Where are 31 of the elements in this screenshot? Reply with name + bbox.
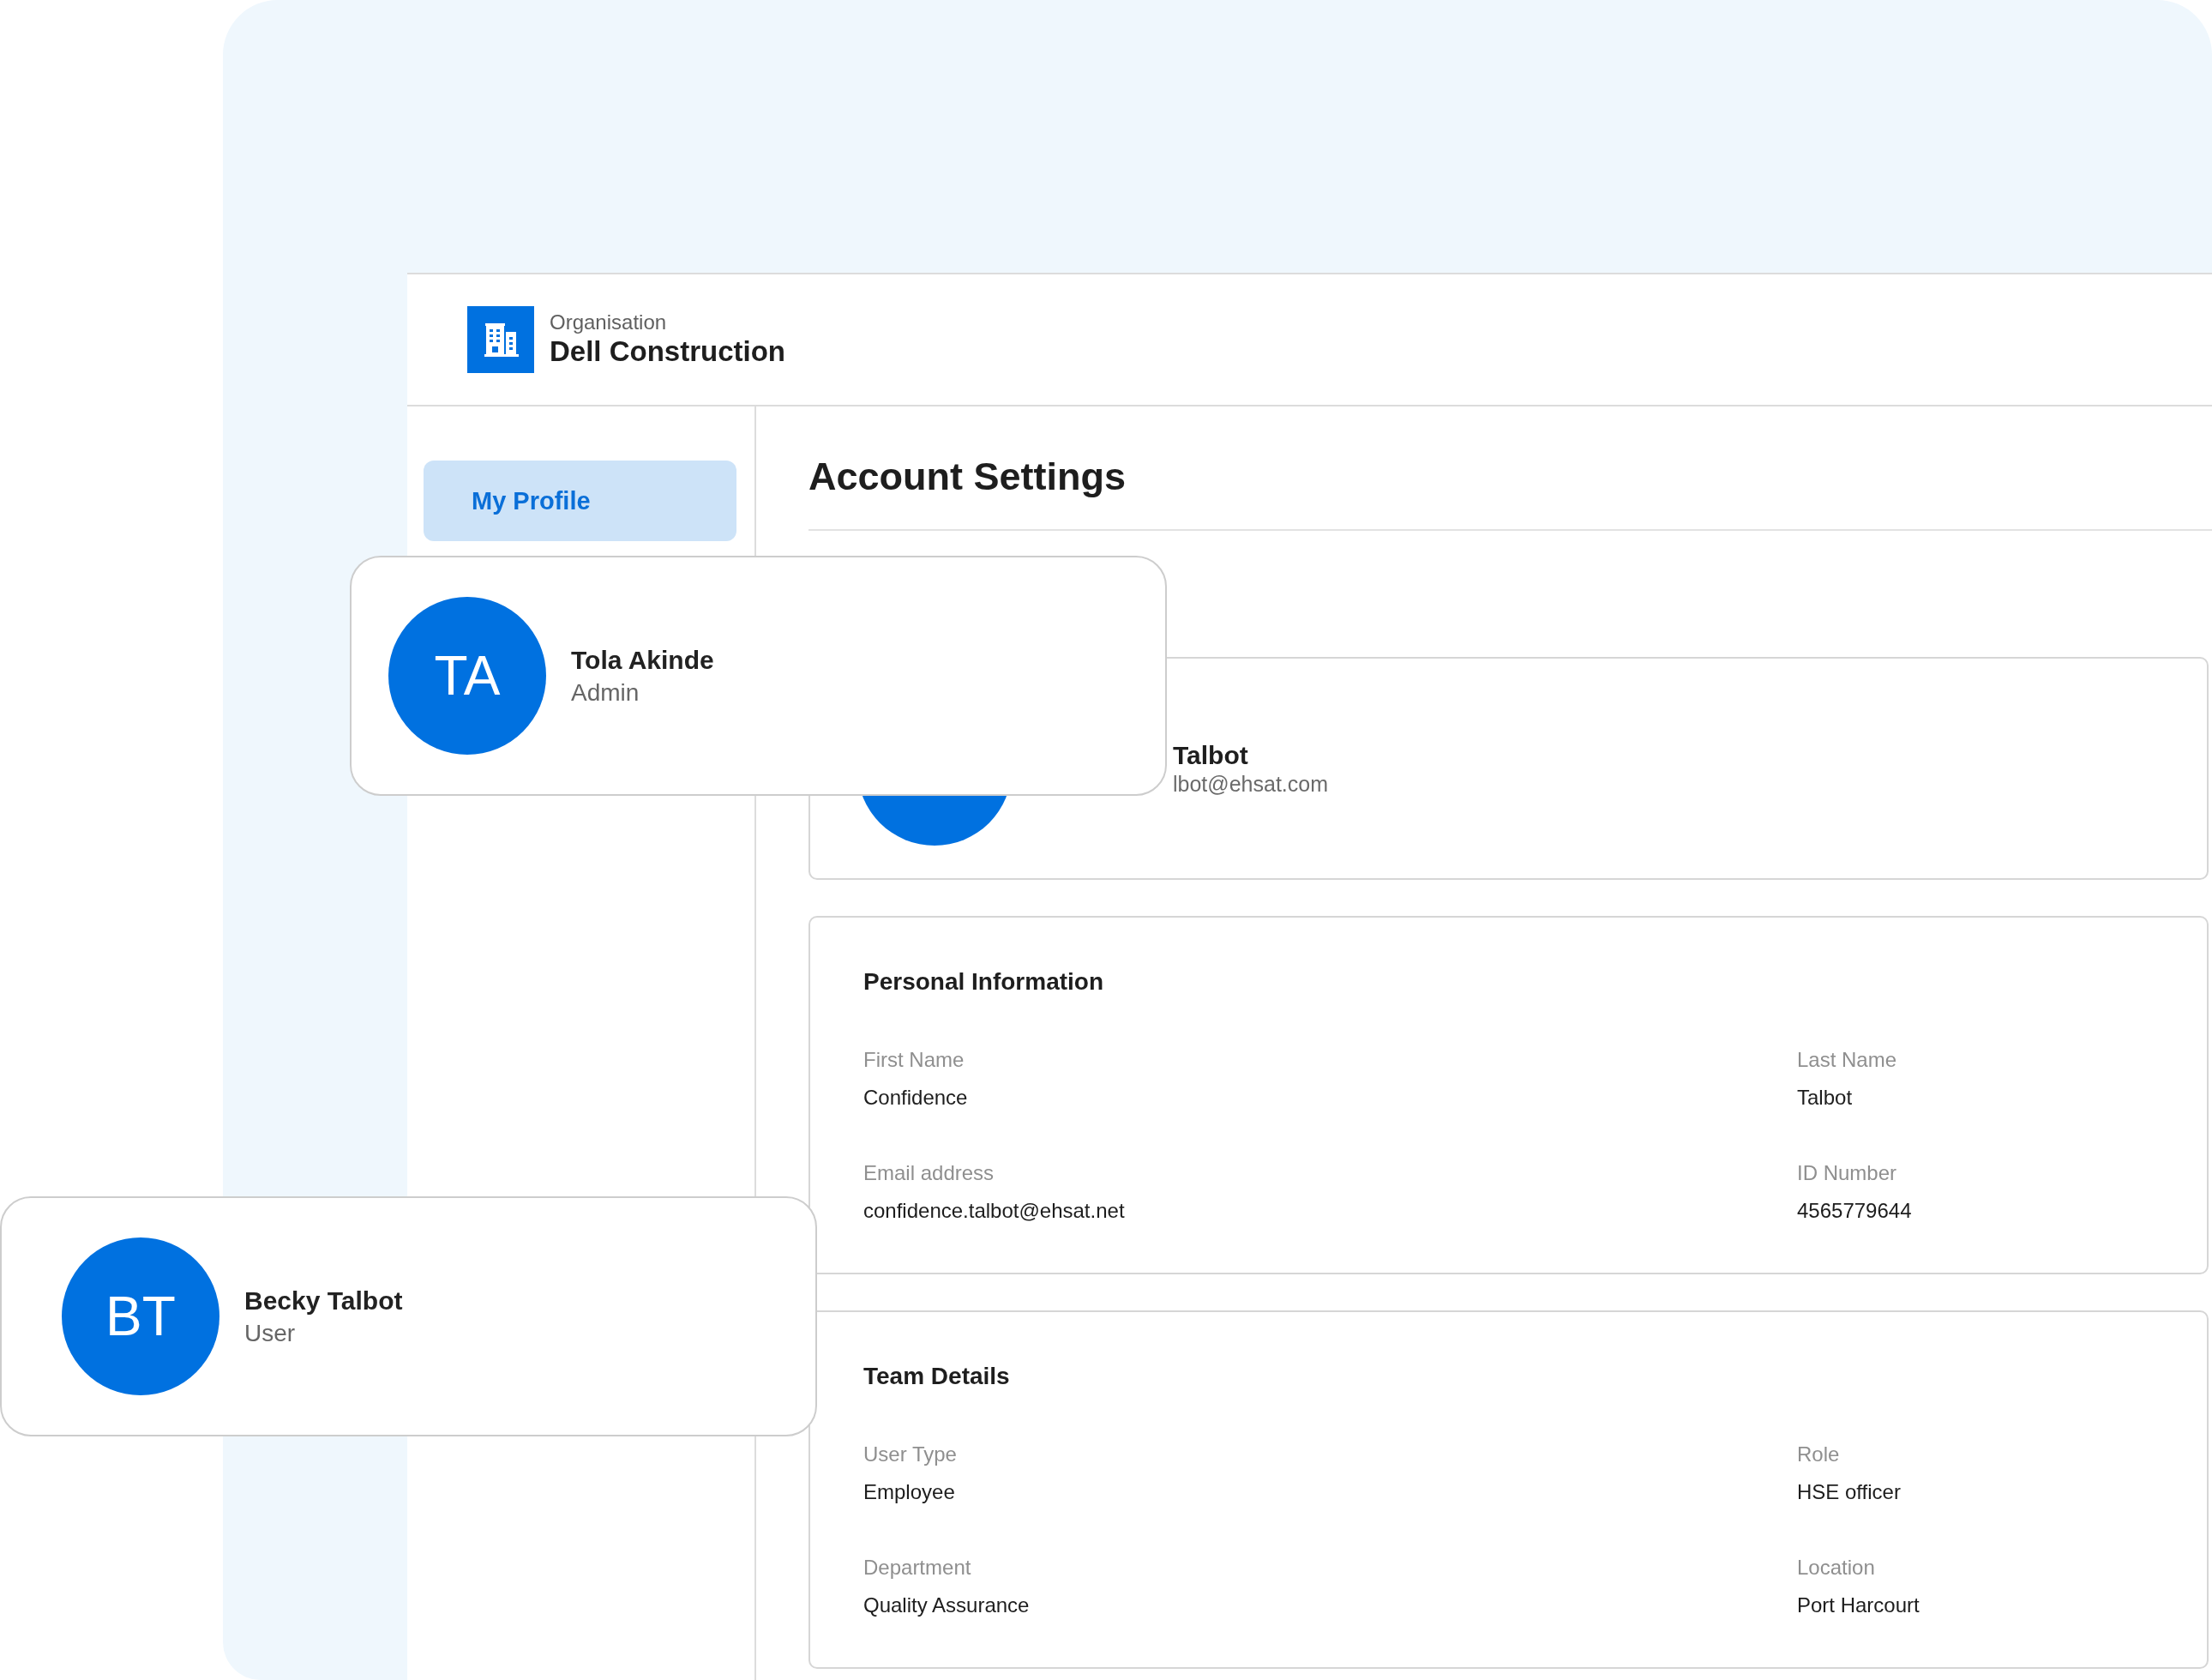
organisation-name: Dell Construction	[550, 334, 785, 369]
profile-email: lbot@ehsat.com	[1173, 771, 1329, 797]
user-role: Admin	[571, 679, 640, 707]
buildings-icon	[467, 306, 534, 373]
avatar-initials: TA	[388, 597, 546, 755]
avatar-initials: BT	[62, 1237, 219, 1395]
field-value: Employee	[863, 1480, 955, 1504]
field-value: Confidence	[863, 1086, 968, 1110]
section-title: Team Details	[863, 1362, 1011, 1391]
field-value: confidence.talbot@ehsat.net	[863, 1199, 1125, 1223]
field-label: Location	[1797, 1556, 1875, 1580]
field-label: Last Name	[1797, 1048, 1897, 1072]
field-value: HSE officer	[1797, 1480, 1901, 1504]
field-label: User Type	[863, 1442, 957, 1466]
field-value: Port Harcourt	[1797, 1593, 1920, 1617]
field-value: Talbot	[1797, 1086, 1853, 1110]
field-label: Department	[863, 1556, 971, 1580]
field-label: First Name	[863, 1048, 965, 1072]
field-value: Quality Assurance	[863, 1593, 1030, 1617]
page-title: Account Settings	[808, 454, 1127, 500]
field-value: 4565779644	[1797, 1199, 1912, 1223]
profile-name: Talbot	[1173, 740, 1249, 771]
field-label: Email address	[863, 1161, 995, 1185]
section-title: Personal Information	[863, 967, 1105, 997]
field-label: Role	[1797, 1442, 1840, 1466]
user-name: Tola Akinde	[571, 645, 714, 676]
user-name: Becky Talbot	[244, 1286, 403, 1316]
organisation-label: Organisation	[550, 310, 668, 334]
sidebar-item[interactable]: My Profile	[424, 461, 736, 541]
field-label: ID Number	[1797, 1161, 1897, 1185]
user-role: User	[244, 1320, 297, 1347]
